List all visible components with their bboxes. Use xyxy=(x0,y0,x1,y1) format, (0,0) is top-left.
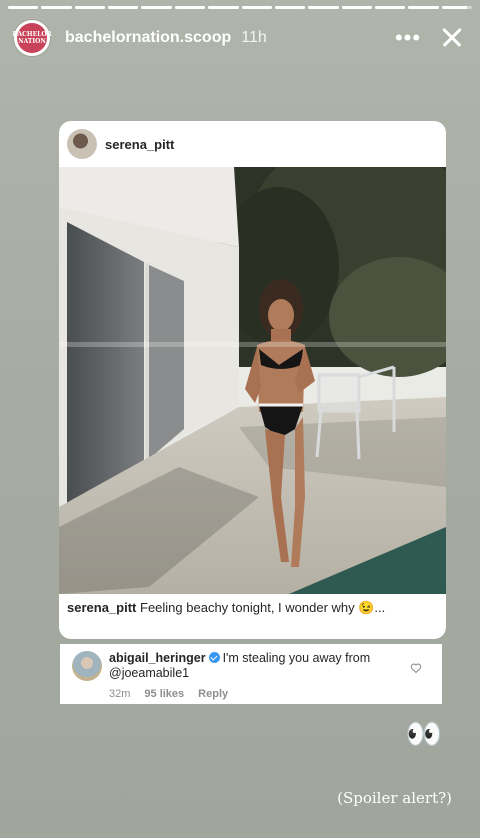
comment-screenshot: abigail_heringer I'm stealing you away fr… xyxy=(60,644,442,704)
progress-fill xyxy=(141,6,172,9)
caption-text: Feeling beachy tonight, I wonder why 😉..… xyxy=(140,600,386,615)
post-header: serena_pitt xyxy=(59,121,446,167)
comment-age: 32m xyxy=(109,688,131,700)
comment-mention[interactable]: @joeamabile1 xyxy=(109,666,189,680)
close-icon[interactable] xyxy=(436,22,468,54)
progress-fill xyxy=(408,6,439,9)
progress-segment xyxy=(108,6,139,9)
story-progress-bar xyxy=(8,6,473,9)
reply-button[interactable]: Reply xyxy=(198,688,228,700)
progress-fill xyxy=(41,6,72,9)
story-username[interactable]: bachelornation.scoop xyxy=(65,29,231,47)
story-viewer[interactable]: BACHELOR NATION bachelornation.scoop 11h… xyxy=(0,0,480,838)
eyes-emoji-sticker: 👀 xyxy=(405,718,443,751)
progress-segment xyxy=(141,6,172,9)
progress-segment xyxy=(74,6,106,9)
story-timestamp: 11h xyxy=(241,29,267,46)
progress-fill xyxy=(108,6,139,9)
progress-segment xyxy=(208,6,239,9)
progress-segment xyxy=(341,6,372,9)
post-avatar xyxy=(67,129,97,159)
commenter-username[interactable]: abigail_heringer xyxy=(109,651,206,665)
progress-segment xyxy=(41,6,72,9)
progress-segment xyxy=(441,6,473,9)
comment-text: I'm stealing you away from xyxy=(222,651,371,665)
avatar-logo-text: BACHELOR NATION xyxy=(12,23,52,53)
commenter-avatar[interactable] xyxy=(72,651,102,681)
progress-fill xyxy=(441,6,468,9)
post-photo xyxy=(59,167,446,594)
progress-fill xyxy=(308,6,339,9)
progress-fill xyxy=(8,6,39,9)
progress-fill xyxy=(174,6,206,9)
progress-fill xyxy=(241,6,272,9)
overlay-text: (Spoiler alert?) xyxy=(337,789,452,807)
progress-fill xyxy=(374,6,406,9)
progress-segment xyxy=(408,6,439,9)
more-icon[interactable]: ••• xyxy=(392,25,424,51)
verified-icon xyxy=(208,652,220,663)
pool-patio-photo xyxy=(59,167,446,594)
comment-meta: 32m 95 likes Reply xyxy=(109,688,228,700)
progress-segment xyxy=(308,6,339,9)
progress-fill xyxy=(274,6,306,9)
progress-fill xyxy=(208,6,239,9)
caption-username[interactable]: serena_pitt xyxy=(67,600,136,615)
progress-fill xyxy=(341,6,372,9)
post-username[interactable]: serena_pitt xyxy=(105,137,174,152)
progress-segment xyxy=(274,6,306,9)
post-caption: serena_pitt Feeling beachy tonight, I wo… xyxy=(67,600,385,616)
shared-post-card[interactable]: serena_pitt serena_pitt Feeling beachy t… xyxy=(59,121,446,639)
progress-segment xyxy=(8,6,39,9)
profile-avatar[interactable]: BACHELOR NATION xyxy=(12,20,52,56)
story-header: BACHELOR NATION bachelornation.scoop 11h… xyxy=(12,18,468,58)
progress-segment xyxy=(241,6,272,9)
progress-segment xyxy=(174,6,206,9)
comment-body: abigail_heringer I'm stealing you away fr… xyxy=(109,651,409,681)
progress-segment xyxy=(374,6,406,9)
progress-fill xyxy=(74,6,106,9)
comment-likes[interactable]: 95 likes xyxy=(144,688,184,700)
heart-icon[interactable] xyxy=(410,662,422,674)
